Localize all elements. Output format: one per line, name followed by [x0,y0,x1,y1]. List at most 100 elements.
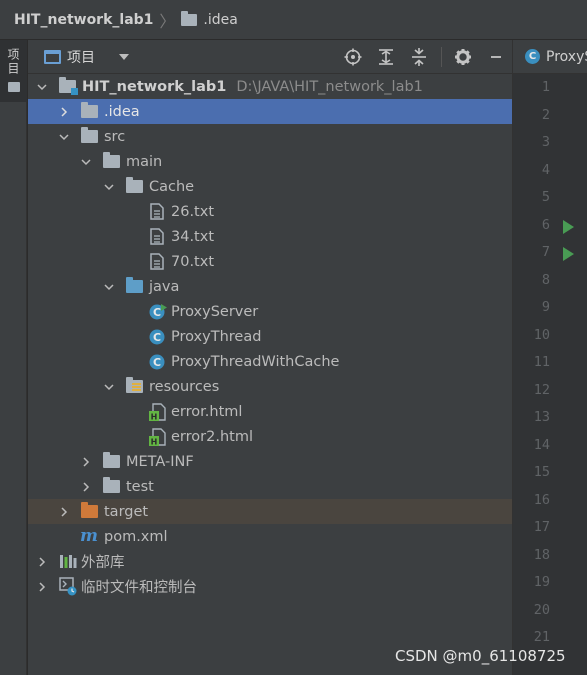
run-icon[interactable] [563,247,574,261]
tree-item-label: error.html [171,403,243,420]
java-class-icon: C [149,353,167,370]
tree-item-file[interactable]: 34.txt [28,224,512,249]
tree-item-label: 26.txt [171,203,215,220]
tree-item-pom[interactable]: m pom.xml [28,524,512,549]
tree-item-label: java [149,278,180,295]
tree-item-idea[interactable]: .idea [28,99,512,124]
tree-item-src[interactable]: src [28,124,512,149]
project-panel-title[interactable]: 项目 [67,47,95,67]
line-number: 4 [541,161,550,178]
module-folder-icon [59,77,78,95]
tree-item-meta-inf[interactable]: META-INF [28,449,512,474]
java-class-icon: C [149,328,167,345]
root-label: HIT_network_lab1 [82,78,227,95]
folder-icon [7,82,20,92]
line-number: 12 [533,381,550,398]
expand-all-icon[interactable] [374,45,398,69]
chevron-down-icon[interactable] [37,82,47,92]
tree-item-label: 34.txt [171,228,215,245]
project-panel-header: 项目 [28,40,512,74]
tree-item-label: ProxyServer [171,303,259,320]
editor-gutter: 1 2 3 4 5 6 7 8 9 10 11 12 13 14 15 16 17 18 19 20 21 [513,74,587,675]
source-folder-icon [126,277,143,293]
scratches-icon [59,577,77,596]
project-panel: 项目 HIT_network_lab1 D:\JAVA\HIT_network_… [28,40,512,675]
run-icon[interactable] [563,219,574,234]
chevron-down-icon[interactable] [59,132,69,142]
tree-root[interactable]: HIT_network_lab1 D:\JAVA\HIT_network_lab1 [28,74,512,99]
svg-text:H: H [151,438,158,447]
project-tree: HIT_network_lab1 D:\JAVA\HIT_network_lab1… [28,74,512,599]
tree-item-target[interactable]: target [28,499,512,524]
tree-item-class[interactable]: C ProxyThread [28,324,512,349]
text-file-icon [150,253,168,270]
line-number: 6 [541,216,550,233]
tree-item-test[interactable]: test [28,474,512,499]
tree-item-label: test [126,478,154,495]
tree-item-file[interactable]: H error2.html [28,424,512,449]
editor-tab[interactable]: C ProxyServer [513,40,587,74]
java-class-icon: C [149,303,167,320]
line-number: 19 [533,574,550,590]
svg-text:C: C [153,306,161,319]
root-path: D:\JAVA\HIT_network_lab1 [236,78,423,95]
collapse-all-icon[interactable] [407,45,431,69]
chevron-down-icon[interactable] [104,382,114,392]
chevron-down-icon[interactable] [119,53,129,60]
chevron-down-icon[interactable] [81,157,91,167]
tree-item-resources[interactable]: resources [28,374,512,399]
text-file-icon [150,228,168,245]
breadcrumb-project[interactable]: HIT_network_lab1 [14,12,153,28]
line-number: 10 [533,326,550,343]
line-number: 7 [541,244,550,260]
tree-item-label: ProxyThread [171,328,262,345]
excluded-folder-icon [81,502,98,518]
chevron-down-icon[interactable] [104,282,114,292]
chevron-right-icon[interactable] [81,482,91,492]
tree-item-main[interactable]: main [28,149,512,174]
line-number: 13 [533,409,550,425]
line-number: 3 [541,134,550,150]
line-number: 1 [541,79,550,95]
project-tool-window-tab[interactable]: 项目 [0,40,27,102]
watermark: CSDN @m0_61108725 [395,647,566,665]
tree-item-file[interactable]: 26.txt [28,199,512,224]
line-number: 2 [541,106,550,123]
chevron-right-icon[interactable] [81,457,91,467]
left-tool-stripe: 项目 [0,40,27,675]
locate-icon[interactable] [341,45,365,69]
tree-item-scratches[interactable]: 临时文件和控制台 [28,574,512,599]
tree-item-file[interactable]: H error.html [28,399,512,424]
line-number: 18 [533,546,550,563]
chevron-right-icon[interactable] [59,107,69,117]
tree-item-class[interactable]: C ProxyServer [28,299,512,324]
folder-icon [181,10,198,26]
tree-item-external-libraries[interactable]: 外部库 [28,549,512,574]
chevron-right-icon[interactable] [37,582,47,592]
hide-panel-icon[interactable] [484,45,508,69]
line-number: 11 [533,354,550,370]
folder-icon [103,152,120,168]
tree-item-file[interactable]: 70.txt [28,249,512,274]
tree-item-class[interactable]: C ProxyThreadWithCache [28,349,512,374]
resources-folder-icon [126,377,143,393]
chevron-right-icon[interactable] [37,557,47,567]
svg-text:C: C [153,356,161,369]
line-number: 9 [541,299,550,315]
tree-item-label: target [104,503,149,520]
java-class-icon: C [525,49,540,64]
line-number: 20 [533,601,550,618]
maven-icon: m [80,526,98,546]
gear-icon[interactable] [451,45,475,69]
line-number: 16 [533,491,550,508]
html-file-icon: H [149,403,167,422]
tree-item-label: pom.xml [104,528,168,545]
svg-text:H: H [151,413,158,422]
tree-item-cache[interactable]: Cache [28,174,512,199]
folder-icon [103,452,120,468]
tree-item-java[interactable]: java [28,274,512,299]
chevron-right-icon[interactable] [59,507,69,517]
folder-icon [81,102,98,118]
chevron-down-icon[interactable] [104,182,114,192]
breadcrumb-folder[interactable]: .idea [203,12,237,28]
